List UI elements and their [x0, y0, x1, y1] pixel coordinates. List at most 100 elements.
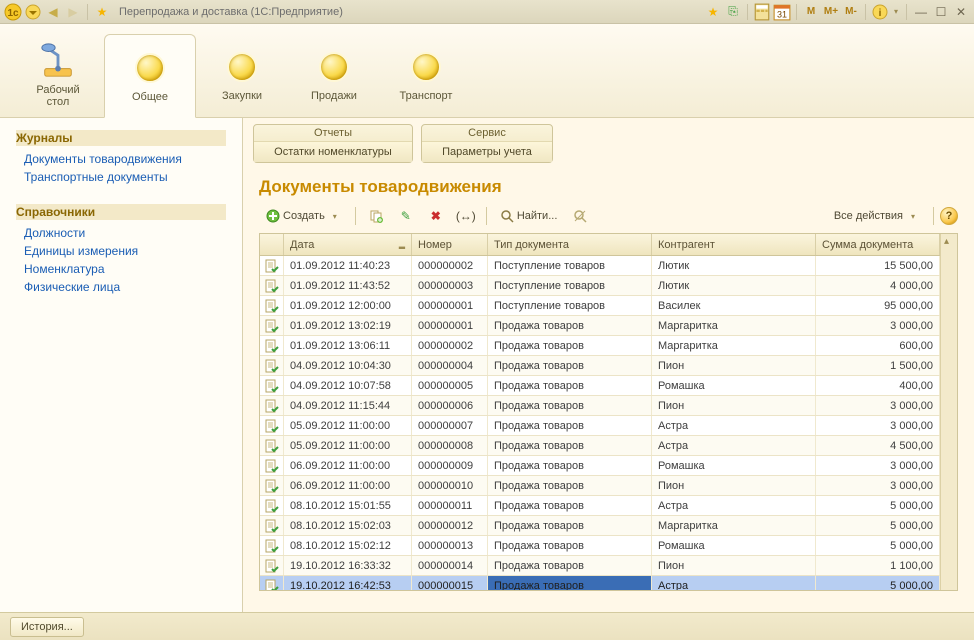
- table-row[interactable]: 04.09.2012 10:04:30000000004Продажа това…: [260, 356, 940, 376]
- cell-date: 08.10.2012 15:02:12: [284, 536, 412, 555]
- sidebar-link[interactable]: Физические лица: [16, 278, 226, 296]
- vertical-scrollbar[interactable]: ▴: [940, 234, 957, 590]
- cell-date: 08.10.2012 15:02:03: [284, 516, 412, 535]
- chevron-down-icon: ▾: [328, 209, 342, 223]
- cell-contractor: Ромашка: [652, 456, 816, 475]
- cell-sum: 5 000,00: [816, 516, 940, 535]
- section-tab-3[interactable]: Продажи: [288, 33, 380, 117]
- info-dropdown-icon[interactable]: ▾: [891, 3, 901, 21]
- memory-mminus-button[interactable]: M-: [842, 4, 860, 20]
- cell-date: 01.09.2012 11:43:52: [284, 276, 412, 295]
- cell-sum: 5 000,00: [816, 576, 940, 590]
- nav-back-icon[interactable]: ◀: [44, 3, 62, 21]
- table-row[interactable]: 06.09.2012 11:00:00000000010Продажа това…: [260, 476, 940, 496]
- sidebar-link[interactable]: Единицы измерения: [16, 242, 226, 260]
- all-actions-button[interactable]: Все действия ▾: [827, 205, 927, 227]
- cell-sum: 1 100,00: [816, 556, 940, 575]
- cell-doctype: Продажа товаров: [488, 496, 652, 515]
- col-number[interactable]: Номер: [412, 234, 488, 255]
- panel-service-title: Сервис: [422, 125, 552, 141]
- sidebar-link[interactable]: Документы товародвижения: [16, 150, 226, 168]
- cell-date: 19.10.2012 16:33:32: [284, 556, 412, 575]
- table-row[interactable]: 01.09.2012 12:00:00000000001Поступление …: [260, 296, 940, 316]
- nav-forward-icon[interactable]: ▶: [64, 3, 82, 21]
- history-button[interactable]: История...: [10, 617, 84, 637]
- sidebar-group-title: Справочники: [16, 204, 226, 220]
- sidebar-link[interactable]: Транспортные документы: [16, 168, 226, 186]
- cell-contractor: Астра: [652, 436, 816, 455]
- table-row[interactable]: 01.09.2012 13:06:11000000002Продажа това…: [260, 336, 940, 356]
- swap-button[interactable]: (↔): [452, 205, 480, 227]
- favorite-icon[interactable]: ★: [93, 3, 111, 21]
- plus-circle-icon: [266, 209, 280, 223]
- help-button[interactable]: ?: [940, 207, 958, 225]
- dropdown-icon[interactable]: [24, 3, 42, 21]
- section-tab-label: Рабочий стол: [36, 84, 79, 108]
- table-row[interactable]: 05.09.2012 11:00:00000000008Продажа това…: [260, 436, 940, 456]
- minimize-button[interactable]: —: [912, 4, 930, 20]
- cell-sum: 3 000,00: [816, 416, 940, 435]
- cell-contractor: Астра: [652, 576, 816, 590]
- table-row[interactable]: 06.09.2012 11:00:00000000009Продажа това…: [260, 456, 940, 476]
- calendar-icon[interactable]: 31: [773, 3, 791, 21]
- col-icon[interactable]: [260, 234, 284, 255]
- table-row[interactable]: 04.09.2012 10:07:58000000005Продажа това…: [260, 376, 940, 396]
- cell-doctype: Продажа товаров: [488, 456, 652, 475]
- section-tab-1[interactable]: Общее: [104, 34, 196, 118]
- clear-filter-button[interactable]: [566, 205, 594, 227]
- table-row[interactable]: 01.09.2012 11:43:52000000003Поступление …: [260, 276, 940, 296]
- section-tab-0[interactable]: Рабочий стол: [12, 33, 104, 117]
- edit-button[interactable]: ✎: [392, 205, 420, 227]
- coin-icon: [223, 48, 261, 86]
- table-row[interactable]: 01.09.2012 13:02:19000000001Продажа това…: [260, 316, 940, 336]
- cell-date: 01.09.2012 11:40:23: [284, 256, 412, 275]
- cell-doctype: Поступление товаров: [488, 296, 652, 315]
- cell-sum: 3 000,00: [816, 316, 940, 335]
- maximize-button[interactable]: ☐: [932, 4, 950, 20]
- table-row[interactable]: 08.10.2012 15:02:03000000012Продажа това…: [260, 516, 940, 536]
- cell-contractor: Ромашка: [652, 536, 816, 555]
- col-date[interactable]: Дата: [284, 234, 412, 255]
- sidebar-link[interactable]: Должности: [16, 224, 226, 242]
- cell-number: 000000009: [412, 456, 488, 475]
- copy-button[interactable]: [362, 205, 390, 227]
- section-tab-2[interactable]: Закупки: [196, 33, 288, 117]
- cell-date: 08.10.2012 15:01:55: [284, 496, 412, 515]
- memory-mplus-button[interactable]: M+: [822, 4, 840, 20]
- table-row[interactable]: 08.10.2012 15:01:55000000011Продажа това…: [260, 496, 940, 516]
- favorites-add-icon[interactable]: ★: [704, 3, 722, 21]
- table-row[interactable]: 01.09.2012 11:40:23000000002Поступление …: [260, 256, 940, 276]
- sidebar-link[interactable]: Номенклатура: [16, 260, 226, 278]
- link-icon[interactable]: ⎘: [724, 3, 742, 21]
- section-tab-4[interactable]: Транспорт: [380, 33, 472, 117]
- panel-reports-button[interactable]: Остатки номенклатуры: [254, 141, 412, 162]
- coin-icon: [315, 48, 353, 86]
- col-sum[interactable]: Сумма документа: [816, 234, 940, 255]
- app-logo-icon[interactable]: 1c: [4, 3, 22, 21]
- coin-icon: [407, 48, 445, 86]
- col-doctype[interactable]: Тип документа: [488, 234, 652, 255]
- doc-posted-icon: [260, 296, 284, 315]
- col-contractor[interactable]: Контрагент: [652, 234, 816, 255]
- cell-contractor: Пион: [652, 396, 816, 415]
- memory-m-button[interactable]: M: [802, 4, 820, 20]
- delete-button[interactable]: ✖: [422, 205, 450, 227]
- table-row[interactable]: 05.09.2012 11:00:00000000007Продажа това…: [260, 416, 940, 436]
- cell-doctype: Продажа товаров: [488, 476, 652, 495]
- cell-sum: 400,00: [816, 376, 940, 395]
- panel-service-button[interactable]: Параметры учета: [422, 141, 552, 162]
- cell-number: 000000002: [412, 256, 488, 275]
- info-icon[interactable]: i: [871, 3, 889, 21]
- table-row[interactable]: 08.10.2012 15:02:12000000013Продажа това…: [260, 536, 940, 556]
- cell-doctype: Поступление товаров: [488, 276, 652, 295]
- table-row[interactable]: 04.09.2012 11:15:44000000006Продажа това…: [260, 396, 940, 416]
- find-button[interactable]: Найти...: [493, 205, 565, 227]
- table-row[interactable]: 19.10.2012 16:42:53000000015Продажа това…: [260, 576, 940, 590]
- calculator-icon[interactable]: [753, 3, 771, 21]
- cell-number: 000000013: [412, 536, 488, 555]
- section-tab-label: Транспорт: [400, 90, 453, 102]
- table-row[interactable]: 19.10.2012 16:33:32000000014Продажа това…: [260, 556, 940, 576]
- cell-number: 000000011: [412, 496, 488, 515]
- close-button[interactable]: ✕: [952, 4, 970, 20]
- create-button[interactable]: Создать ▾: [259, 205, 349, 227]
